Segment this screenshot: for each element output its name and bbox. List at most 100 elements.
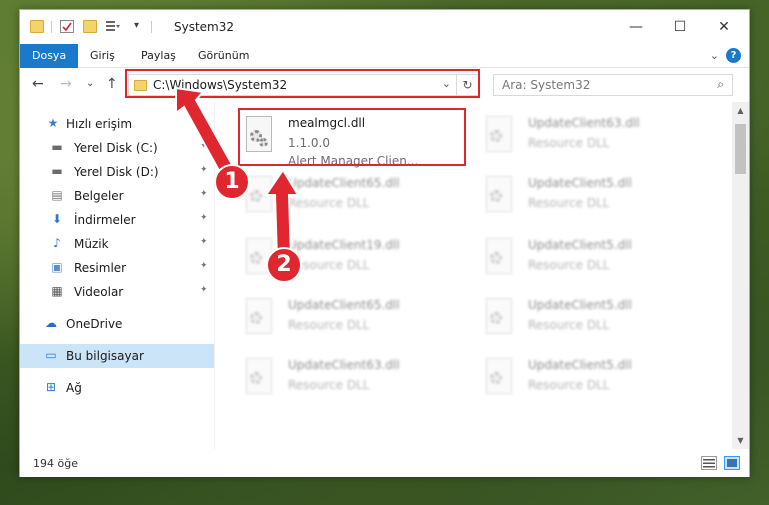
help-icon[interactable]: ? xyxy=(726,48,741,63)
customize-toolbar-icon[interactable] xyxy=(106,20,120,33)
item-count: 194 öğe xyxy=(33,457,78,470)
details-view-icon[interactable] xyxy=(701,456,717,470)
tab-file[interactable]: Dosya xyxy=(20,44,79,68)
file-description: Resource DLL xyxy=(528,196,610,210)
sidebar-item-onedrive[interactable]: ☁ OneDrive xyxy=(20,312,214,336)
sidebar-item-pictures[interactable]: ▣ Resimler ✦ xyxy=(20,256,214,280)
sidebar-item-this-pc[interactable]: ▭ Bu bilgisayar xyxy=(20,344,214,368)
documents-icon: ▤ xyxy=(51,188,63,202)
search-placeholder: Ara: System32 xyxy=(502,78,591,92)
pin-icon[interactable]: ✦ xyxy=(200,237,208,247)
pin-icon[interactable]: ✦ xyxy=(200,285,208,295)
sidebar-item-local-disk-d[interactable]: ▬ Yerel Disk (D:) ✦ xyxy=(20,160,214,184)
sidebar-item-label: Yerel Disk (D:) xyxy=(74,165,159,179)
vertical-scrollbar[interactable]: ▲ ▼ xyxy=(732,102,749,449)
back-button[interactable]: ← xyxy=(32,76,44,92)
sidebar-item-label: Resimler xyxy=(74,261,127,275)
file-description: Resource DLL xyxy=(528,318,610,332)
large-icons-view-icon[interactable] xyxy=(724,456,740,470)
dll-file-icon xyxy=(482,238,514,278)
pane-divider[interactable] xyxy=(214,102,215,449)
ribbon-tabs: Dosya Giriş Paylaş Görünüm ⌄ ? xyxy=(20,44,749,68)
title-bar: ▾ System32 — ☐ ✕ xyxy=(20,10,749,44)
file-item[interactable]: UpdateClient5.dll Resource DLL xyxy=(482,354,712,410)
network-icon: ⊞ xyxy=(45,380,57,394)
sidebar-item-label: Videolar xyxy=(74,285,124,299)
pin-icon[interactable]: ✦ xyxy=(200,141,208,151)
up-button[interactable]: ↑ xyxy=(106,76,118,92)
step-label-1: 1 xyxy=(224,169,240,194)
dll-file-icon xyxy=(482,298,514,338)
search-input[interactable]: Ara: System32 ⌕ xyxy=(493,74,733,96)
file-name: UpdateClient63.dll xyxy=(528,116,640,130)
pin-icon[interactable]: ✦ xyxy=(200,165,208,175)
pictures-icon: ▣ xyxy=(51,260,63,274)
file-description: Resource DLL xyxy=(528,258,610,272)
file-description: Resource DLL xyxy=(288,258,370,272)
sidebar-item-downloads[interactable]: ⬇ İndirmeler ✦ xyxy=(20,208,214,232)
file-name: UpdateClient65.dll xyxy=(288,176,400,190)
pin-icon[interactable]: ✦ xyxy=(200,189,208,199)
ribbon-expand-icon[interactable]: ⌄ xyxy=(710,49,719,62)
file-item[interactable]: UpdateClient63.dll Resource DLL xyxy=(482,112,712,168)
file-item[interactable]: UpdateClient65.dll Resource DLL xyxy=(242,294,472,350)
file-description: Resource DLL xyxy=(288,378,370,392)
sidebar-item-label: Hızlı erişim xyxy=(66,117,133,131)
sidebar-item-label: Müzik xyxy=(74,237,109,251)
status-bar: 194 öğe xyxy=(20,450,749,477)
file-name: UpdateClient5.dll xyxy=(528,176,632,190)
dll-file-icon xyxy=(242,238,274,278)
pin-icon[interactable]: ✦ xyxy=(200,213,208,223)
sidebar-item-label: OneDrive xyxy=(66,317,123,331)
file-item[interactable]: UpdateClient63.dll Resource DLL xyxy=(242,354,472,410)
scroll-thumb[interactable] xyxy=(735,124,746,174)
sidebar-item-label: Ağ xyxy=(66,381,82,395)
sidebar-item-label: Belgeler xyxy=(74,189,124,203)
new-folder-icon[interactable] xyxy=(83,20,97,33)
address-highlight-box xyxy=(125,69,480,98)
forward-button[interactable]: → xyxy=(60,76,72,92)
maximize-button[interactable]: ☐ xyxy=(658,15,702,39)
scroll-up-icon[interactable]: ▲ xyxy=(732,102,749,119)
recent-locations-button[interactable]: ⌄ xyxy=(86,78,94,89)
file-name: UpdateClient5.dll xyxy=(528,298,632,312)
tab-share[interactable]: Paylaş xyxy=(129,44,188,68)
sidebar-item-documents[interactable]: ▤ Belgeler ✦ xyxy=(20,184,214,208)
file-name: UpdateClient63.dll xyxy=(288,358,400,372)
divider xyxy=(51,21,52,33)
folder-icon xyxy=(30,20,44,33)
sidebar-item-local-disk-c[interactable]: ▬ Yerel Disk (C:) ✦ xyxy=(20,136,214,160)
navigation-pane: ★ Hızlı erişim ▬ Yerel Disk (C:) ✦ ▬ Yer… xyxy=(20,102,214,449)
file-description: Resource DLL xyxy=(288,318,370,332)
scroll-down-icon[interactable]: ▼ xyxy=(732,432,749,449)
properties-icon[interactable] xyxy=(60,20,74,33)
music-icon: ♪ xyxy=(53,236,61,250)
dll-file-icon xyxy=(242,176,274,216)
sidebar-item-music[interactable]: ♪ Müzik ✦ xyxy=(20,232,214,256)
minimize-button[interactable]: — xyxy=(614,15,658,39)
file-item[interactable]: UpdateClient5.dll Resource DLL xyxy=(482,172,712,228)
file-highlight-box xyxy=(238,108,466,166)
tab-view[interactable]: Görünüm xyxy=(186,44,261,68)
step-label-2: 2 xyxy=(276,252,292,277)
window-title: System32 xyxy=(174,20,235,34)
file-item[interactable]: UpdateClient65.dll Resource DLL xyxy=(242,172,472,228)
tab-home[interactable]: Giriş xyxy=(78,44,127,68)
sidebar-item-network[interactable]: ⊞ Ağ xyxy=(20,376,214,400)
sidebar-item-videos[interactable]: ▦ Videolar ✦ xyxy=(20,280,214,304)
close-button[interactable]: ✕ xyxy=(702,15,746,39)
dll-file-icon xyxy=(242,298,274,338)
file-item[interactable]: UpdateClient5.dll Resource DLL xyxy=(482,234,712,290)
chevron-down-icon[interactable]: ▾ xyxy=(134,20,148,33)
sidebar-item-quick-access[interactable]: ★ Hızlı erişim xyxy=(20,112,214,136)
pin-icon[interactable]: ✦ xyxy=(200,261,208,271)
file-item[interactable]: UpdateClient5.dll Resource DLL xyxy=(482,294,712,350)
file-name: UpdateClient19.dll xyxy=(288,238,400,252)
sidebar-item-label: Yerel Disk (C:) xyxy=(74,141,158,155)
video-icon: ▦ xyxy=(51,284,63,298)
star-icon: ★ xyxy=(47,116,59,130)
sidebar-item-label: İndirmeler xyxy=(74,213,136,227)
file-description: Resource DLL xyxy=(288,196,370,210)
dll-file-icon xyxy=(482,358,514,398)
file-description: Resource DLL xyxy=(528,136,610,150)
